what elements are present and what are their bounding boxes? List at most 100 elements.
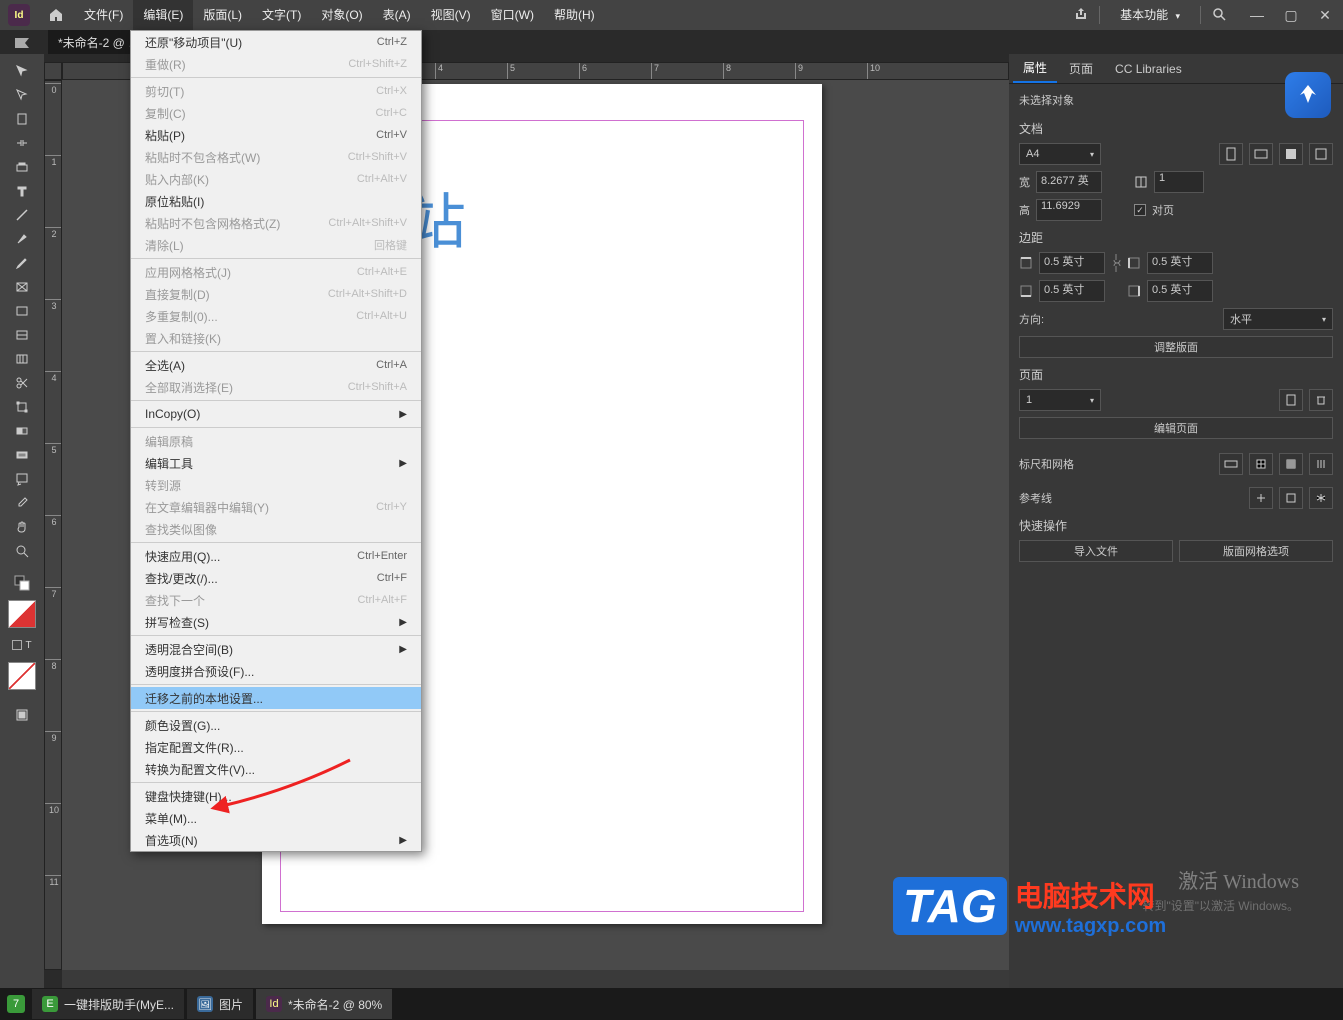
share-icon[interactable]: [1073, 6, 1089, 25]
tab-properties[interactable]: 属性: [1013, 55, 1057, 83]
tab-pages[interactable]: 页面: [1059, 55, 1103, 83]
grid-options-button[interactable]: 版面网格选项: [1179, 540, 1333, 562]
menu-item[interactable]: 透明度拼合预设(F)...: [131, 660, 421, 682]
ruler-toggle-icon[interactable]: [1219, 453, 1243, 475]
menu-item[interactable]: 查找/更改(/)...Ctrl+F: [131, 567, 421, 589]
menu-item[interactable]: 粘贴(P)Ctrl+V: [131, 124, 421, 146]
free-transform-icon[interactable]: [4, 396, 40, 418]
menu-window[interactable]: 窗口(W): [481, 0, 544, 30]
menu-item[interactable]: 迁移之前的本地设置...: [131, 687, 421, 709]
menu-help[interactable]: 帮助(H): [544, 0, 605, 30]
adjust-layout-button[interactable]: 调整版面: [1019, 336, 1333, 358]
orient-alt1-icon[interactable]: [1279, 143, 1303, 165]
menu-item[interactable]: 全选(A)Ctrl+A: [131, 354, 421, 376]
new-page-icon[interactable]: [1279, 389, 1303, 411]
guides-2-icon[interactable]: [1279, 487, 1303, 509]
color-swatch-icon[interactable]: [8, 600, 36, 628]
pencil-tool-icon[interactable]: [4, 252, 40, 274]
scissors-tool-icon[interactable]: [4, 372, 40, 394]
menu-object[interactable]: 对象(O): [311, 0, 372, 30]
fill-stroke-toggle-icon[interactable]: [4, 572, 40, 594]
pages-input[interactable]: 1: [1154, 171, 1204, 193]
rect-frame-tool-icon[interactable]: [4, 276, 40, 298]
menu-text[interactable]: 文字(T): [252, 0, 311, 30]
menu-item[interactable]: 指定配置文件(R)...: [131, 736, 421, 758]
margin-left-input[interactable]: 0.5 英寸: [1147, 252, 1213, 274]
menu-item[interactable]: 透明混合空间(B)▶: [131, 638, 421, 660]
selection-tool-icon[interactable]: [4, 60, 40, 82]
scrollbar-horizontal[interactable]: [62, 970, 1009, 988]
menu-item[interactable]: 菜单(M)...: [131, 807, 421, 829]
gap-tool-icon[interactable]: [4, 132, 40, 154]
ruler-corner[interactable]: [44, 62, 62, 80]
eyedropper-tool-icon[interactable]: [4, 492, 40, 514]
guides-1-icon[interactable]: [1249, 487, 1273, 509]
gradient-swatch-icon[interactable]: [4, 420, 40, 442]
menu-item[interactable]: 颜色设置(G)...: [131, 714, 421, 736]
note-tool-icon[interactable]: [4, 468, 40, 490]
taskbar-item-1[interactable]: E 一键排版助手(MyE...: [32, 989, 184, 1019]
orient-landscape-icon[interactable]: [1249, 143, 1273, 165]
apply-color-swatch-icon[interactable]: [8, 662, 36, 690]
page-tool-icon[interactable]: [4, 108, 40, 130]
grid-toggle-3-icon[interactable]: [1309, 453, 1333, 475]
height-input[interactable]: 11.6929: [1036, 199, 1102, 221]
home-icon[interactable]: [48, 7, 64, 23]
grid-toggle-1-icon[interactable]: [1249, 453, 1273, 475]
hand-tool-icon[interactable]: [4, 516, 40, 538]
workspace-switcher[interactable]: 基本功能 ▾: [1110, 0, 1190, 30]
facing-pages-checkbox[interactable]: ✓: [1134, 204, 1146, 216]
guides-3-icon[interactable]: [1309, 487, 1333, 509]
menu-file[interactable]: 文件(F): [74, 0, 133, 30]
orient-alt2-icon[interactable]: [1309, 143, 1333, 165]
panel-flyout-icon[interactable]: [4, 34, 40, 52]
tab-cc-libraries[interactable]: CC Libraries: [1105, 55, 1192, 83]
ruler-vertical[interactable]: 0 1 2 3 4 5 6 7 8 9 10 11: [44, 80, 62, 970]
orient-portrait-icon[interactable]: [1219, 143, 1243, 165]
zoom-tool-icon[interactable]: [4, 540, 40, 562]
rect-tool-icon[interactable]: [4, 300, 40, 322]
format-container-text-icon[interactable]: T: [4, 634, 40, 656]
margin-top-input[interactable]: 0.5 英寸: [1039, 252, 1105, 274]
gradient-feather-icon[interactable]: [4, 444, 40, 466]
margin-bottom-input[interactable]: 0.5 英寸: [1039, 280, 1105, 302]
vert-grid-tool-icon[interactable]: [4, 348, 40, 370]
menu-table[interactable]: 表(A): [373, 0, 421, 30]
pen-tool-icon[interactable]: [4, 228, 40, 250]
window-minimize[interactable]: —: [1247, 7, 1267, 24]
menu-item[interactable]: InCopy(O)▶: [131, 403, 421, 425]
link-margins-icon[interactable]: [1111, 252, 1121, 274]
menu-item[interactable]: 原位粘贴(I): [131, 190, 421, 212]
content-collector-icon[interactable]: [4, 156, 40, 178]
margin-right-input[interactable]: 0.5 英寸: [1147, 280, 1213, 302]
menu-item[interactable]: 编辑工具▶: [131, 452, 421, 474]
delete-page-icon[interactable]: [1309, 389, 1333, 411]
window-close[interactable]: ✕: [1315, 7, 1335, 24]
type-tool-icon[interactable]: [4, 180, 40, 202]
menu-item[interactable]: 拼写检查(S)▶: [131, 611, 421, 633]
import-file-button[interactable]: 导入文件: [1019, 540, 1173, 562]
menu-item[interactable]: 键盘快捷键(H)...: [131, 785, 421, 807]
menu-item[interactable]: 首选项(N)▶: [131, 829, 421, 851]
menu-view[interactable]: 视图(V): [421, 0, 481, 30]
orientation-dropdown[interactable]: 水平▾: [1223, 308, 1333, 330]
view-mode-icon[interactable]: [4, 704, 40, 726]
taskbar-start-icon[interactable]: 7: [0, 995, 32, 1013]
window-maximize[interactable]: ▢: [1281, 7, 1301, 24]
taskbar-item-2[interactable]: 🖼 图片: [187, 989, 253, 1019]
horiz-grid-tool-icon[interactable]: [4, 324, 40, 346]
page-size-dropdown[interactable]: A4▾: [1019, 143, 1101, 165]
taskbar-item-3[interactable]: Id *未命名-2 @ 80%: [256, 989, 392, 1019]
grid-toggle-2-icon[interactable]: [1279, 453, 1303, 475]
page-number-dropdown[interactable]: 1▾: [1019, 389, 1101, 411]
edit-pages-button[interactable]: 编辑页面: [1019, 417, 1333, 439]
menu-layout[interactable]: 版面(L): [193, 0, 252, 30]
menu-item[interactable]: 还原"移动项目"(U)Ctrl+Z: [131, 31, 421, 53]
menu-item[interactable]: 快速应用(Q)...Ctrl+Enter: [131, 545, 421, 567]
search-icon[interactable]: [1211, 6, 1227, 25]
line-tool-icon[interactable]: [4, 204, 40, 226]
width-input[interactable]: 8.2677 英: [1036, 171, 1102, 193]
menu-item[interactable]: 转换为配置文件(V)...: [131, 758, 421, 780]
menu-edit[interactable]: 编辑(E): [133, 0, 193, 30]
direct-select-tool-icon[interactable]: [4, 84, 40, 106]
